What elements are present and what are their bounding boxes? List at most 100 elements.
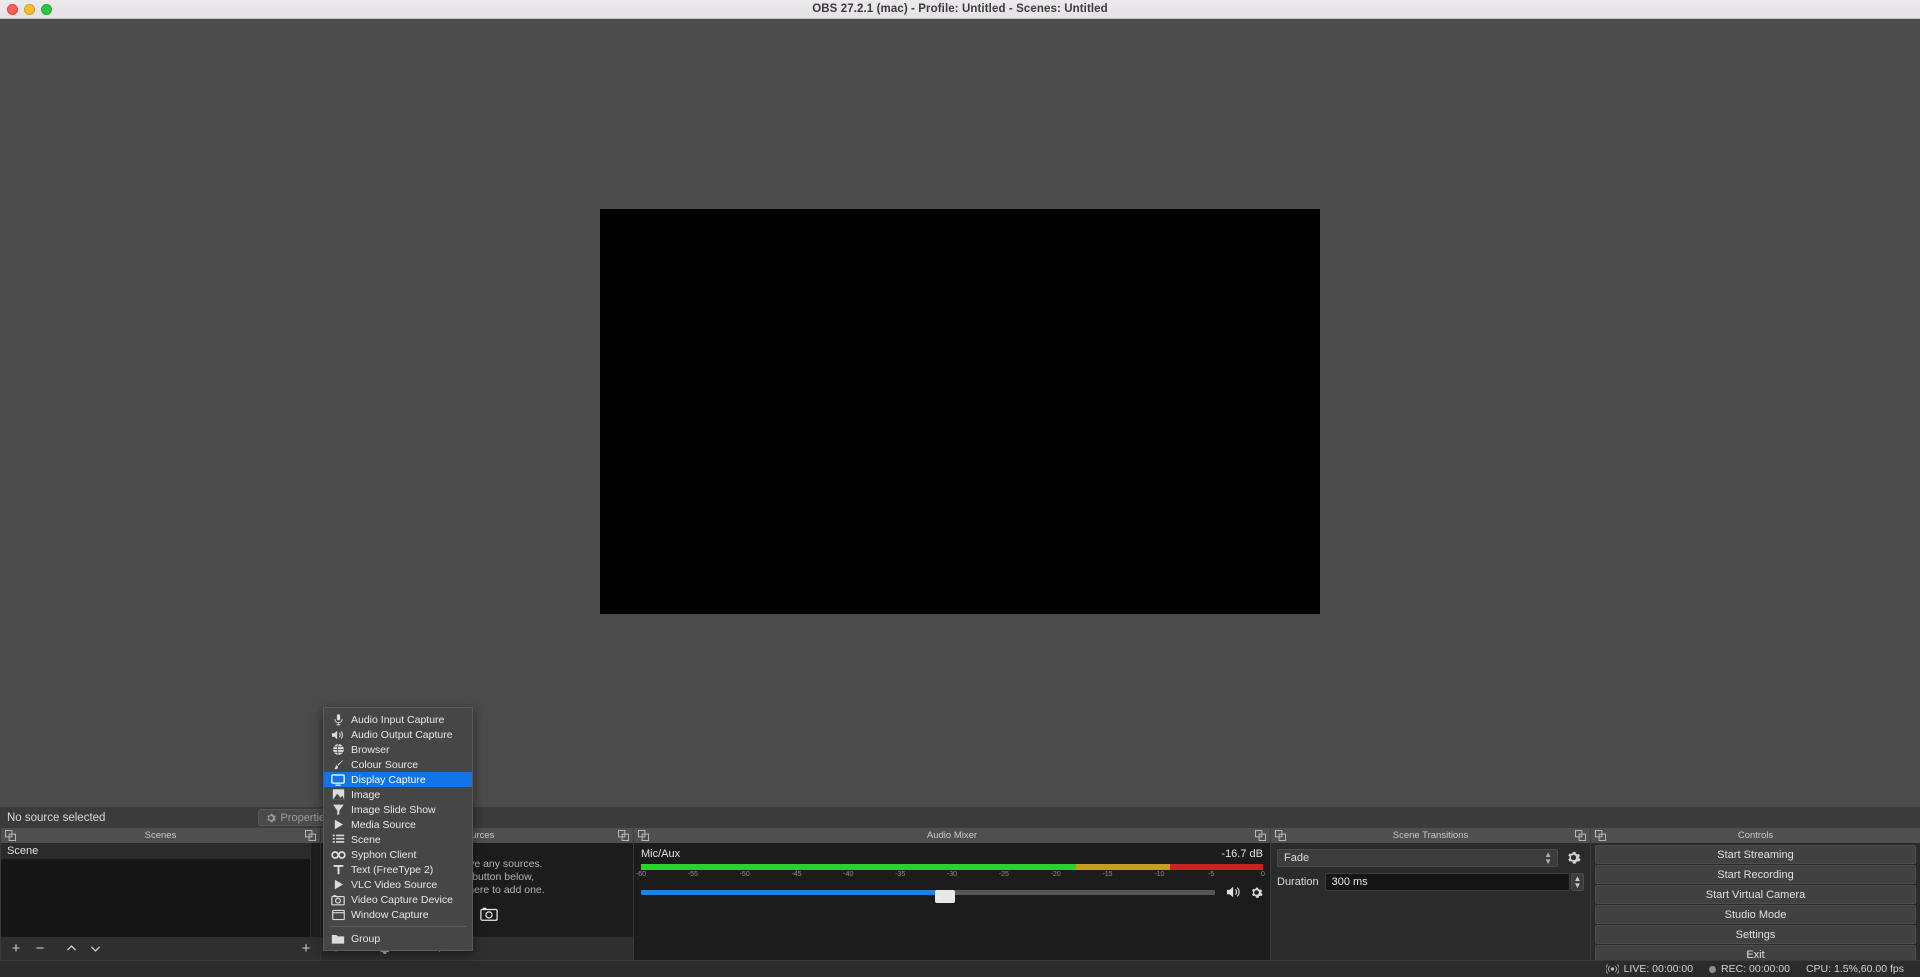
window-titlebar: OBS 27.2.1 (mac) - Profile: Untitled - S…	[0, 0, 1920, 19]
scene-transitions-header: Scene Transitions	[1271, 828, 1590, 843]
meter-tick-label: -35	[895, 871, 906, 878]
folder-icon	[330, 932, 346, 945]
live-status: LIVE: 00:00:00	[1605, 963, 1694, 975]
menu-item-text-freetype-2[interactable]: Text (FreeType 2)	[324, 862, 472, 877]
list-icon	[330, 833, 346, 846]
menu-item-audio-output-capture[interactable]: Audio Output Capture	[324, 727, 472, 742]
audio-volume-fader[interactable]	[641, 885, 1263, 903]
rec-timer: REC: 00:00:00	[1721, 963, 1790, 975]
minimize-window-button[interactable]	[24, 4, 35, 15]
scenes-toolbar: + − +	[1, 937, 320, 960]
remove-scene-button[interactable]: −	[28, 938, 52, 960]
menu-item-browser[interactable]: Browser	[324, 742, 472, 757]
slideshow-icon	[330, 803, 346, 816]
meter-tick-label: -40	[843, 871, 854, 878]
menu-item-label: Image	[351, 788, 381, 801]
menu-item-colour-source[interactable]: Colour Source	[324, 757, 472, 772]
add-scene-button[interactable]: +	[4, 938, 28, 960]
menu-item-label: VLC Video Source	[351, 878, 438, 891]
scene-transitions-body: Fade ▲ ▼ Duration 300 ms ▲ ▼	[1271, 843, 1590, 960]
camera-icon	[480, 905, 498, 923]
meter-tick-label: -50	[739, 871, 750, 878]
gear-icon	[266, 813, 277, 823]
menu-item-media-source[interactable]: Media Source	[324, 817, 472, 832]
no-source-label: No source selected	[7, 811, 106, 824]
obs-main-window: OBS 27.2.1 (mac) - Profile: Untitled - S…	[0, 0, 1920, 977]
controls-title: Controls	[1737, 830, 1774, 841]
fader-track[interactable]	[641, 889, 1215, 903]
menu-item-syphon-client[interactable]: Syphon Client	[324, 847, 472, 862]
dock-close-icon[interactable]	[618, 830, 629, 841]
cpu-fps-readout: CPU: 1.5%,60.00 fps	[1805, 963, 1904, 975]
add-source-context-menu[interactable]: Audio Input Capture Audio Output Capture B…	[323, 707, 473, 951]
dock-float-icon[interactable]	[5, 830, 16, 841]
dock-area: No source selected Properties Filters	[0, 807, 1920, 964]
menu-item-window-capture[interactable]: Window Capture	[324, 907, 472, 922]
menu-item-label: Scene	[351, 833, 381, 846]
text-icon	[330, 863, 346, 876]
scenes-list[interactable]: Scene	[1, 843, 320, 937]
menu-item-group[interactable]: Group	[324, 931, 472, 946]
controls-button-list: Start Streaming Start Recording Start Virt…	[1591, 843, 1920, 964]
preview-workspace[interactable]	[0, 19, 1920, 807]
move-scene-down-button[interactable]	[83, 938, 107, 960]
audio-mixer-header: Audio Mixer	[634, 828, 1270, 843]
dock-close-icon[interactable]	[1255, 830, 1266, 841]
fader-knob[interactable]	[935, 889, 956, 903]
zoom-window-button[interactable]	[41, 4, 52, 15]
menu-item-audio-input-capture[interactable]: Audio Input Capture	[324, 712, 472, 727]
fader-fill	[641, 889, 946, 895]
menu-item-video-capture-device[interactable]: Video Capture Device	[324, 892, 472, 907]
transition-properties-gear-icon[interactable]	[1562, 848, 1584, 867]
scenes-dock-body: Scene + − +	[1, 843, 320, 960]
stepper-down-icon[interactable]: ▼	[1574, 882, 1582, 890]
menu-item-label: Video Capture Device	[351, 893, 453, 906]
scenes-dock-title: Scenes	[144, 830, 177, 841]
dock-float-icon[interactable]	[638, 830, 649, 841]
menu-item-image-slide-show[interactable]: Image Slide Show	[324, 802, 472, 817]
scenes-add-overflow-button[interactable]: +	[295, 938, 317, 960]
image-icon	[330, 788, 346, 801]
menu-item-scene[interactable]: Scene	[324, 832, 472, 847]
menu-item-label: Text (FreeType 2)	[351, 863, 434, 876]
menu-item-vlc-video-source[interactable]: VLC Video Source	[324, 877, 472, 892]
scenes-list-scrollbar[interactable]	[310, 843, 320, 937]
control-button-start-virtual-camera[interactable]: Start Virtual Camera	[1595, 885, 1916, 904]
window-title: OBS 27.2.1 (mac) - Profile: Untitled - S…	[812, 3, 1108, 15]
controls-header: Controls	[1591, 828, 1920, 843]
scene-list-item[interactable]: Scene	[1, 843, 320, 859]
status-bar: LIVE: 00:00:00 REC: 00:00:00 CPU: 1.5%,6…	[0, 960, 1920, 977]
syphon-icon	[330, 848, 346, 861]
menu-divider	[330, 926, 466, 927]
control-button-settings[interactable]: Settings	[1595, 925, 1916, 944]
meter-tick-label: -55	[687, 871, 698, 878]
dock-float-icon[interactable]	[1275, 830, 1286, 841]
duration-input[interactable]: 300 ms	[1324, 873, 1570, 891]
menu-item-display-capture[interactable]: Display Capture	[324, 772, 472, 787]
dock-close-icon[interactable]	[305, 830, 316, 841]
scene-transitions-dock: Scene Transitions Fade ▲ ▼ Duration 300 …	[1270, 828, 1590, 960]
window-icon	[330, 908, 346, 921]
menu-item-label: Syphon Client	[351, 848, 417, 861]
dock-close-icon[interactable]	[1575, 830, 1586, 841]
transition-select[interactable]: Fade ▲ ▼	[1277, 848, 1558, 867]
audio-channel-mic-aux: Mic/Aux -16.7 dB -60 -55 -50 -45 -40 -35 -30 -2…	[634, 843, 1270, 960]
rec-status: REC: 00:00:00	[1709, 963, 1790, 975]
move-scene-up-button[interactable]	[59, 938, 83, 960]
camera-icon	[330, 893, 346, 906]
play-icon	[330, 818, 346, 831]
dock-float-icon[interactable]	[1595, 830, 1606, 841]
close-window-button[interactable]	[7, 4, 18, 15]
audio-channel-name: Mic/Aux	[641, 848, 681, 860]
transition-select-row: Fade ▲ ▼	[1277, 848, 1584, 867]
preview-canvas[interactable]	[600, 209, 1320, 614]
menu-item-image[interactable]: Image	[324, 787, 472, 802]
speaker-icon[interactable]	[1226, 885, 1242, 899]
control-button-start-recording[interactable]: Start Recording	[1595, 865, 1916, 884]
control-button-start-streaming[interactable]: Start Streaming	[1595, 845, 1916, 864]
meter-tick-label: -45	[791, 871, 802, 878]
live-timer: LIVE: 00:00:00	[1623, 963, 1694, 975]
audio-settings-gear-icon[interactable]	[1250, 886, 1263, 899]
duration-stepper[interactable]: ▲ ▼	[1571, 873, 1584, 891]
control-button-studio-mode[interactable]: Studio Mode	[1595, 905, 1916, 924]
